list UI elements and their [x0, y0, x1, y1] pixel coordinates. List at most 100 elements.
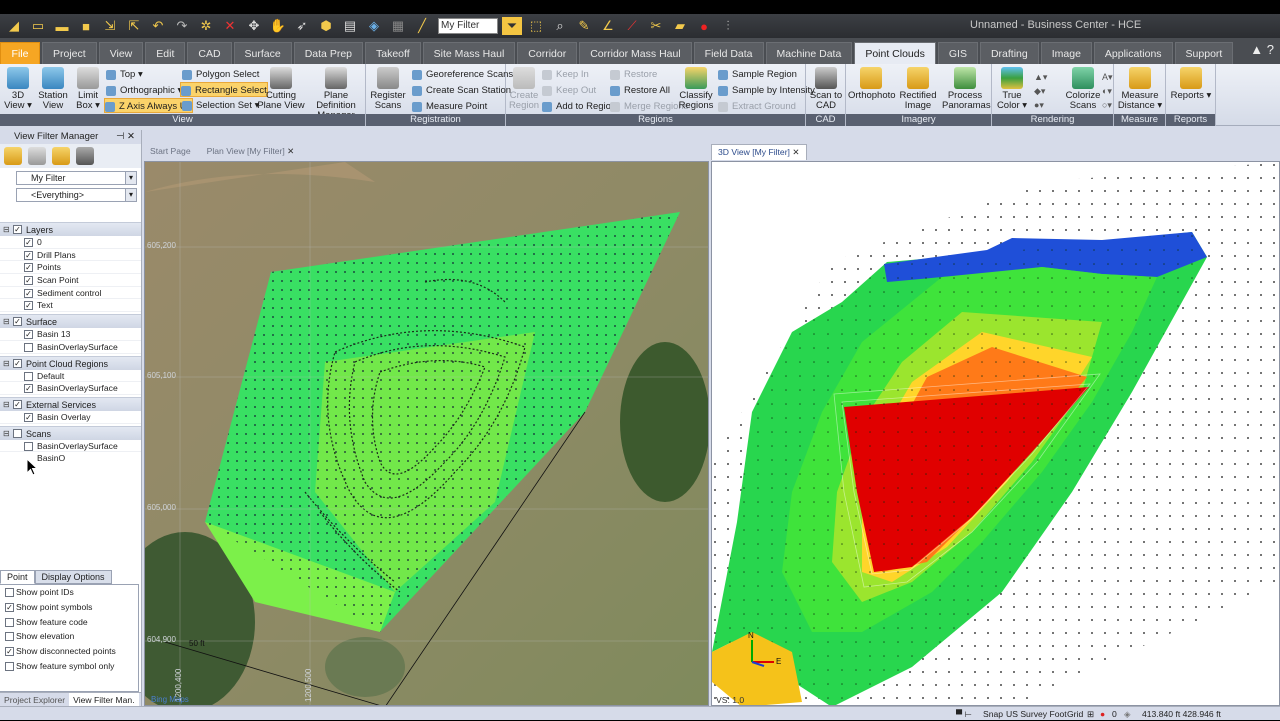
doc-tab-plan-view-my-filter[interactable]: Plan View [My Filter] ✕	[201, 144, 301, 160]
delete-icon[interactable]: ✕	[220, 17, 240, 35]
category-checkbox[interactable]	[13, 428, 22, 438]
polygon-select-button[interactable]: Polygon Select	[182, 67, 259, 82]
plane-definition-manager-button[interactable]: Plane Definition Manager	[306, 67, 366, 121]
option-checkbox[interactable]	[5, 617, 14, 627]
properties-icon[interactable]: ⬢	[316, 17, 336, 35]
classify-regions-button[interactable]: Classify Regions	[678, 67, 714, 111]
station-view-button[interactable]: Station View	[34, 67, 72, 111]
record-icon[interactable]: ●	[694, 17, 714, 35]
add-to-region-button[interactable]: Add to Region	[542, 99, 616, 114]
select-icon[interactable]: ➶	[292, 17, 312, 35]
selection-set-button[interactable]: Selection Set ▾	[182, 98, 259, 113]
tree-item-basinoverlaysurface[interactable]: BasinOverlaySurface	[0, 341, 141, 354]
tree-item-basinoverlaysurface[interactable]: ✓ BasinOverlaySurface	[0, 382, 141, 395]
item-checkbox[interactable]	[24, 441, 33, 451]
new-filter-icon[interactable]	[4, 147, 22, 165]
search-icon[interactable]: ⌕	[550, 17, 570, 35]
panel-close-icon[interactable]: ⊣ ✕	[116, 130, 135, 144]
option-checkbox[interactable]: ✓	[5, 647, 14, 657]
bottom-tab-project-explorer[interactable]: Project Explorer	[0, 693, 69, 706]
scope-select[interactable]: <Everything> ▾	[16, 188, 137, 202]
georeference-scans-button[interactable]: Georeference Scans	[412, 67, 513, 82]
extract-ground-button[interactable]: Extract Ground	[718, 99, 796, 114]
option-show-disconnected-points[interactable]: ✓ Show disconnected points	[0, 644, 138, 659]
tab-view[interactable]: View	[98, 42, 144, 64]
option-checkbox[interactable]: ✓	[5, 602, 14, 612]
line-tool-icon[interactable]: ╱	[412, 17, 432, 35]
collapse-icon[interactable]: ⊟	[3, 427, 10, 441]
register-scans-button[interactable]: Register Scans	[368, 67, 408, 111]
ruler-icon[interactable]: ▰	[670, 17, 690, 35]
process-panoramas-button[interactable]: Process Panoramas	[942, 67, 991, 111]
tree-item-drill-plans[interactable]: ✓ Drill Plans	[0, 249, 141, 262]
option-show-elevation[interactable]: Show elevation	[0, 629, 138, 644]
layout-icon[interactable]: ▤	[340, 17, 360, 35]
plan-view-canvas[interactable]: 605,200 605,100 605,000 604,900 50 ft 12…	[145, 162, 709, 706]
item-checkbox[interactable]: ✓	[24, 250, 33, 260]
category-checkbox[interactable]: ✓	[13, 317, 22, 327]
collapse-icon[interactable]: ⊟	[3, 315, 10, 329]
tree-item-basin-overlay[interactable]: ✓ Basin Overlay	[0, 411, 141, 424]
tab-drafting[interactable]: Drafting	[979, 42, 1039, 64]
tab-image[interactable]: Image	[1040, 42, 1092, 64]
restore-button[interactable]: Restore	[610, 67, 657, 82]
rectangle-select-icon[interactable]: ⬚	[526, 17, 546, 35]
keep-in-button[interactable]: Keep In	[542, 67, 589, 82]
grid-toggle[interactable]: Grid	[1067, 707, 1083, 721]
import-icon[interactable]: ⇲	[100, 17, 120, 35]
create-scan-station-button[interactable]: Create Scan Station	[412, 83, 511, 98]
measure-point-button[interactable]: Measure Point	[412, 99, 487, 114]
tab-takeoff[interactable]: Takeoff	[365, 42, 421, 64]
orthophoto-button[interactable]: Orthophoto	[848, 67, 896, 101]
chevron-down-icon[interactable]: ▾	[125, 189, 136, 201]
create-region-button[interactable]: Create Region	[508, 67, 540, 111]
customize-icon[interactable]: ⫶	[718, 17, 738, 35]
cursor-mode-icon[interactable]: ▀ ⊢	[956, 707, 972, 721]
sample-region-button[interactable]: Sample Region	[718, 67, 797, 82]
tab-data-prep[interactable]: Data Prep	[293, 42, 363, 64]
export-icon[interactable]: ⇱	[124, 17, 144, 35]
rectified-image-button[interactable]: Rectified Image	[896, 67, 940, 111]
tab-point[interactable]: Point	[0, 570, 35, 584]
rectangle-select-button[interactable]: Rectangle Select	[180, 82, 268, 97]
tab-cad[interactable]: CAD	[187, 42, 232, 64]
option-checkbox[interactable]	[5, 632, 14, 642]
new-project-icon[interactable]: ▭	[28, 17, 48, 35]
orthographic-button[interactable]: Orthographic ▾	[106, 83, 182, 98]
3d-view-canvas[interactable]: E N VS: 1.0	[712, 162, 1280, 706]
bottom-tab-view-filter-man[interactable]: View Filter Man.	[69, 693, 139, 706]
tab-applications[interactable]: Applications	[1093, 42, 1173, 64]
filter-search-icon[interactable]	[52, 147, 70, 165]
tree-category-external-services[interactable]: ⊟ ✓ External Services	[0, 396, 141, 411]
option-checkbox[interactable]	[5, 588, 14, 597]
settings-gear-icon[interactable]: ✲	[196, 17, 216, 35]
tab-corridor-mass-haul[interactable]: Corridor Mass Haul	[579, 42, 692, 64]
tab-point-clouds[interactable]: Point Clouds	[854, 42, 936, 64]
item-checkbox[interactable]: ✓	[24, 263, 33, 273]
grid-icon[interactable]: ▦	[388, 17, 408, 35]
doc-tab-3d-view-my-filter[interactable]: 3D View [My Filter] ✕	[711, 144, 807, 160]
tree-item-default[interactable]: Default	[0, 370, 141, 383]
chevron-down-icon[interactable]: ▾	[125, 172, 136, 184]
item-checkbox[interactable]: ✓	[24, 384, 33, 394]
filter-select[interactable]: My Filter ▾	[16, 171, 137, 185]
tree-item-basinoverlaysurface-basino[interactable]: BasinOverlaySurface BasinO	[0, 440, 141, 463]
tree-item-basin-13[interactable]: ✓ Basin 13	[0, 328, 141, 341]
view3d-button[interactable]: 3D View ▾	[2, 67, 34, 111]
item-checkbox[interactable]: ✓	[24, 301, 33, 311]
close-icon[interactable]: ✕	[790, 147, 799, 157]
option-checkbox[interactable]	[5, 661, 14, 671]
hand-icon[interactable]: ✋	[268, 17, 288, 35]
open-folder-icon[interactable]: ▬	[52, 17, 72, 35]
item-checkbox[interactable]: ✓	[24, 330, 33, 340]
item-checkbox[interactable]	[24, 371, 33, 381]
sample-by-intensity-button[interactable]: Sample by Intensity	[718, 83, 815, 98]
tab-project[interactable]: Project	[42, 42, 97, 64]
tab-corridor[interactable]: Corridor	[517, 42, 578, 64]
option-show-point-symbols[interactable]: ✓ Show point symbols	[0, 600, 138, 615]
collapse-icon[interactable]: ⊟	[3, 357, 10, 371]
3d-view[interactable]: E N VS: 1.0	[711, 161, 1280, 706]
tab-machine-data[interactable]: Machine Data	[765, 42, 853, 64]
tree-item-points[interactable]: ✓ Points	[0, 261, 141, 275]
tools-icon[interactable]: ✂	[646, 17, 666, 35]
